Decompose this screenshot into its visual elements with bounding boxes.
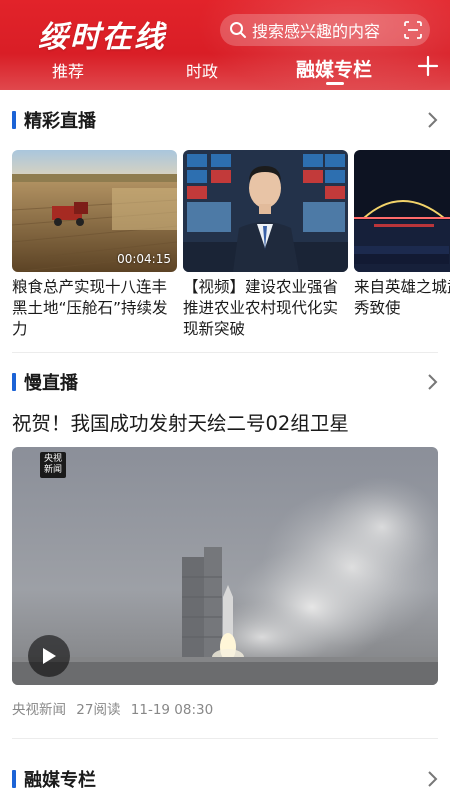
live-thumbnail-harvest: 00:04:15 [12,150,177,272]
live-card[interactable]: 00:04:15 粮食总产实现十八连丰黑土地“压舱石”持续发力 [12,150,177,340]
video-duration: 00:04:15 [117,252,171,266]
play-icon [43,648,56,664]
live-thumbnail-anchor [183,150,348,272]
chevron-right-icon[interactable] [426,111,438,129]
section-marker [12,373,16,391]
section-title: 融媒专栏 [24,770,96,791]
section-title: 慢直播 [24,373,78,394]
section-marker [12,111,16,129]
live-card-title: 粮食总产实现十八连丰黑土地“压舱石”持续发力 [12,278,168,338]
live-card-title: 来自英雄之城武汉灯光秀致使 [354,278,450,317]
section-slow-live-header[interactable]: 慢直播 [12,370,78,394]
live-card[interactable]: 【视频】建设农业强省推进农业农村现代化实现新突破 [183,150,348,340]
search-bar[interactable]: 搜索感兴趣的内容 [220,14,430,46]
app-logo: 绥时在线 [38,20,166,55]
cctv-news-logo: 央视 新闻 [40,452,66,478]
source-label: 央视新闻 [12,702,66,718]
slow-live-headline[interactable]: 祝贺！我国成功发射天绘二号02组卫星 [12,407,349,436]
section-marker [12,770,16,788]
plus-icon[interactable] [416,54,440,78]
live-card-title: 【视频】建设农业强省推进农业农村现代化实现新突破 [183,278,339,338]
channel-tabs: 推荐 时政 融媒专栏 [0,52,450,88]
play-button[interactable] [28,635,70,677]
live-thumbnail-city-lights [354,150,450,272]
publish-time: 11-19 08:30 [130,702,214,718]
chevron-right-icon[interactable] [426,373,438,391]
section-divider [12,738,438,739]
search-placeholder: 搜索感兴趣的内容 [252,22,381,41]
tab-recommend[interactable]: 推荐 [52,58,84,82]
section-live-header[interactable]: 精彩直播 [12,108,96,132]
active-tab-indicator [326,82,344,85]
live-carousel[interactable]: 00:04:15 粮食总产实现十八连丰黑土地“压舱石”持续发力 【视频】建设农业… [12,150,450,345]
read-count: 27阅读 [76,702,121,718]
article-meta: 央视新闻 27阅读 11-19 08:30 [12,698,219,718]
scan-icon[interactable] [404,21,422,39]
slow-live-video[interactable]: 央视 新闻 [12,447,438,685]
section-title: 精彩直播 [24,111,96,132]
section-divider [12,352,438,353]
live-card[interactable]: 来自英雄之城武汉灯光秀致使 [354,150,450,340]
tab-politics[interactable]: 时政 [186,58,218,82]
app-header: 绥时在线 搜索感兴趣的内容 推荐 时政 融媒专栏 [0,0,450,90]
chevron-right-icon[interactable] [426,770,438,788]
search-icon [228,20,248,40]
tab-media-column[interactable]: 融媒专栏 [296,55,372,82]
section-media-column-header[interactable]: 融媒专栏 [12,767,96,791]
